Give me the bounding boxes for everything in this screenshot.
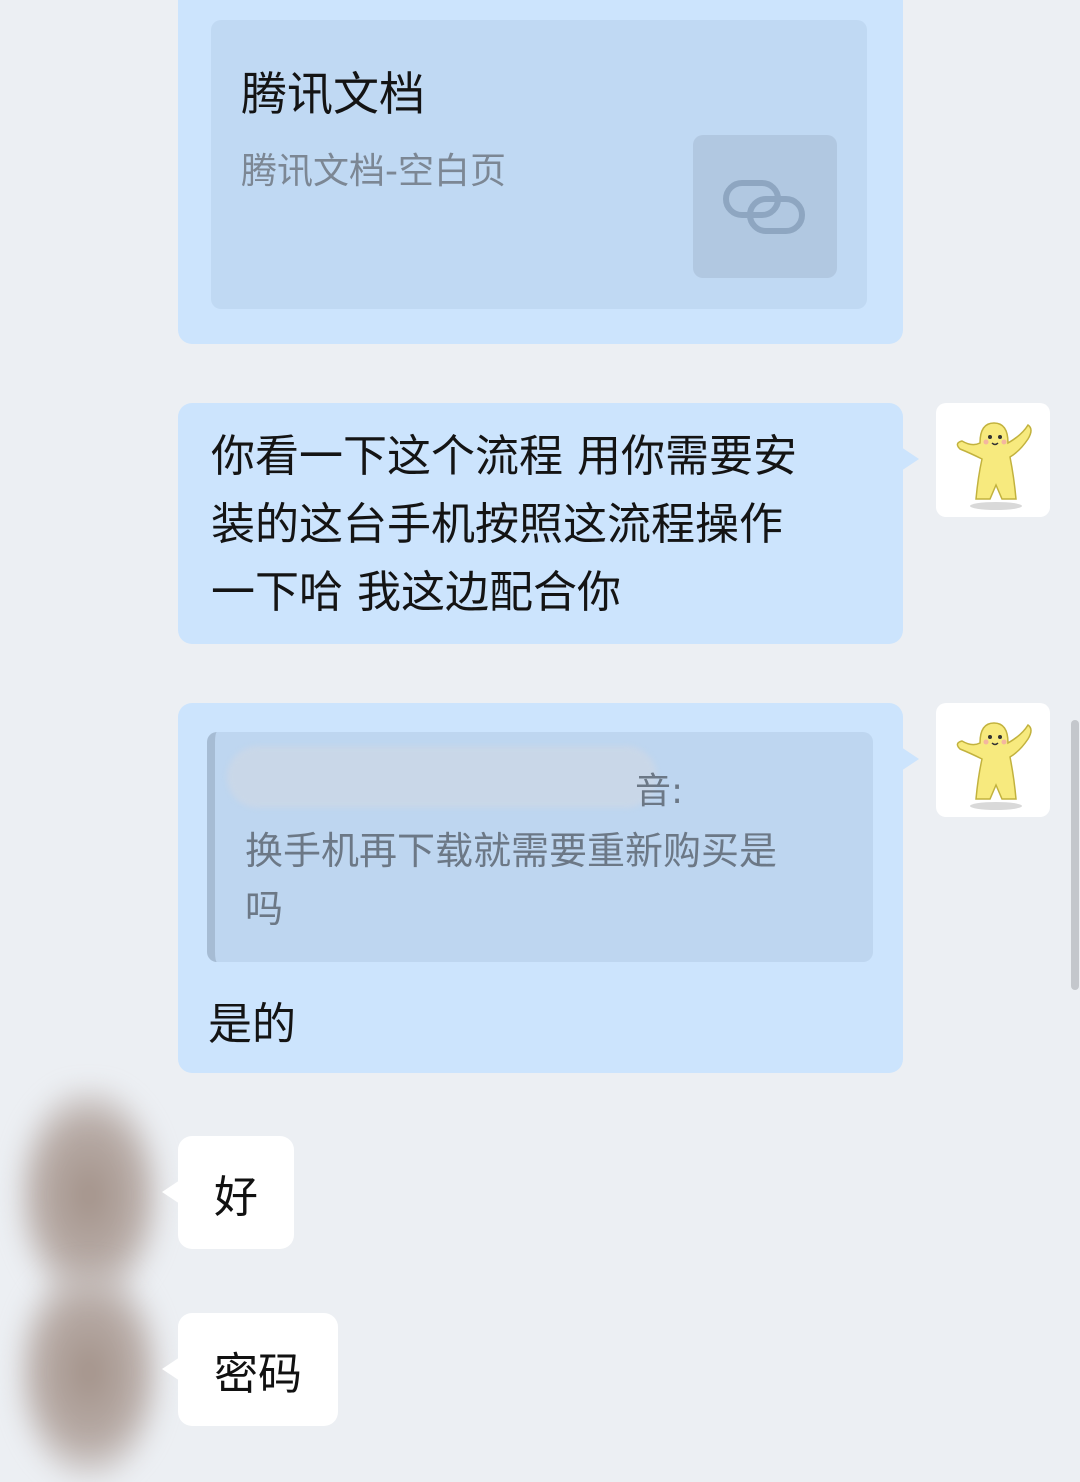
card-title: 腾讯文档 (241, 67, 425, 121)
bubble-tail (901, 447, 919, 471)
self-avatar[interactable] (936, 703, 1050, 817)
scrollbar[interactable] (1071, 720, 1079, 990)
quote-line: 吗 (245, 887, 284, 931)
mascot-icon (956, 722, 1032, 810)
contact-avatar[interactable] (14, 1262, 164, 1482)
card-description: 腾讯文档-空白页 (241, 151, 506, 192)
bubble-tail (162, 1180, 180, 1204)
message-text: 好 (214, 1171, 258, 1223)
message-line: 一下哈 我这边配合你 (211, 567, 621, 618)
bubble-tail (162, 1357, 180, 1381)
reply-text: 是的 (208, 999, 296, 1050)
message-text: 密码 (214, 1348, 302, 1400)
bubble-tail (901, 747, 919, 771)
message-line: 装的这台手机按照这流程操作 (211, 499, 783, 550)
chat-area[interactable]: 腾讯文档 腾讯文档-空白页 你看一下这个流程 用你需要安 装的这台手机按照这流程… (0, 0, 1080, 1482)
doc-card-message[interactable]: 腾讯文档 腾讯文档-空白页 (178, 0, 903, 344)
incoming-message[interactable]: 好 (162, 1136, 294, 1249)
incoming-message[interactable]: 密码 (162, 1313, 338, 1426)
blurred-sender-name (227, 746, 657, 808)
quote-line: 换手机再下载就需要重新购买是 (245, 829, 778, 873)
mascot-icon (956, 422, 1032, 510)
card-thumbnail (693, 135, 837, 278)
self-avatar[interactable] (936, 403, 1050, 517)
quoted-reply-message[interactable]: 音: 换手机再下载就需要重新购买是 吗 是的 (178, 703, 919, 1073)
doc-link-card[interactable]: 腾讯文档 腾讯文档-空白页 (211, 20, 867, 309)
quote-text: 换手机再下载就需要重新购买是 吗 (245, 822, 855, 938)
instruction-message[interactable]: 你看一下这个流程 用你需要安 装的这台手机按照这流程操作 一下哈 我这边配合你 (178, 403, 919, 644)
quoted-message[interactable]: 音: 换手机再下载就需要重新购买是 吗 (207, 732, 873, 962)
link-icon (723, 179, 805, 234)
quote-sender-suffix: 音: (635, 771, 684, 812)
message-line: 你看一下这个流程 用你需要安 (211, 431, 797, 482)
